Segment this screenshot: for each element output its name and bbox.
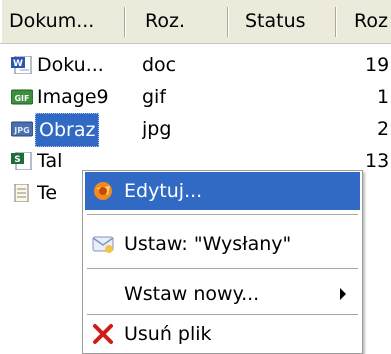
file-name: Te [37, 182, 58, 204]
menu-item-label: Usuń plik [124, 323, 212, 345]
column-header-size[interactable]: Roz [340, 0, 391, 43]
column-divider[interactable] [335, 7, 337, 37]
menu-item-delete-file[interactable]: Usuń plik [85, 315, 360, 353]
delete-x-icon [93, 324, 113, 344]
menu-item-label: Ustaw: "Wysłany" [124, 233, 292, 255]
edit-icon [94, 182, 112, 200]
envelope-icon [92, 236, 114, 253]
file-extension: gif [142, 86, 167, 108]
text-document-icon [14, 184, 29, 202]
menu-item-label: Wstaw nowy... [124, 283, 260, 305]
spreadsheet-icon: S [11, 152, 32, 170]
gif-image-icon: GIF [11, 89, 33, 105]
submenu-arrow-icon [340, 288, 346, 300]
file-name: Doku... [37, 54, 104, 76]
file-row-selected[interactable]: JPG Obraz jpg 2 [0, 113, 391, 147]
svg-text:JPG: JPG [13, 126, 29, 135]
file-name: Obraz [35, 113, 100, 147]
menu-item-edit[interactable]: Edytuj... [85, 172, 360, 210]
svg-text:S: S [14, 155, 20, 165]
jpg-image-icon: JPG [11, 121, 33, 137]
file-row[interactable]: GIF Image9 gif 1 [0, 81, 391, 113]
file-name: Tal [37, 150, 63, 172]
menu-item-set-status[interactable]: Ustaw: "Wysłany" [85, 225, 360, 263]
file-extension: doc [142, 54, 177, 76]
menu-separator [87, 268, 358, 269]
file-size: 1 [377, 86, 390, 108]
menu-separator [87, 214, 358, 215]
word-document-icon: W [11, 56, 32, 74]
file-size: 2 [377, 118, 390, 140]
menu-item-label: Edytuj... [124, 180, 203, 202]
file-extension: jpg [142, 118, 172, 140]
column-header-bar: Dokum... Roz. Status Roz [0, 0, 391, 44]
column-header-name[interactable]: Dokum... [0, 0, 124, 43]
menu-item-insert-new[interactable]: Wstaw nowy... [85, 275, 360, 313]
context-menu: Edytuj... Ustaw: "Wysłany" Wstaw nowy...… [82, 170, 363, 354]
file-name: Image9 [37, 86, 109, 108]
column-header-status[interactable]: Status [232, 0, 335, 43]
column-header-extension[interactable]: Roz. [129, 0, 227, 43]
file-size: 13 [365, 150, 390, 172]
file-row[interactable]: W Doku... doc 19 [0, 49, 391, 81]
file-size: 19 [365, 54, 390, 76]
svg-text:GIF: GIF [14, 94, 29, 103]
svg-text:W: W [13, 59, 23, 69]
column-divider[interactable] [124, 7, 126, 37]
column-divider[interactable] [227, 7, 229, 37]
